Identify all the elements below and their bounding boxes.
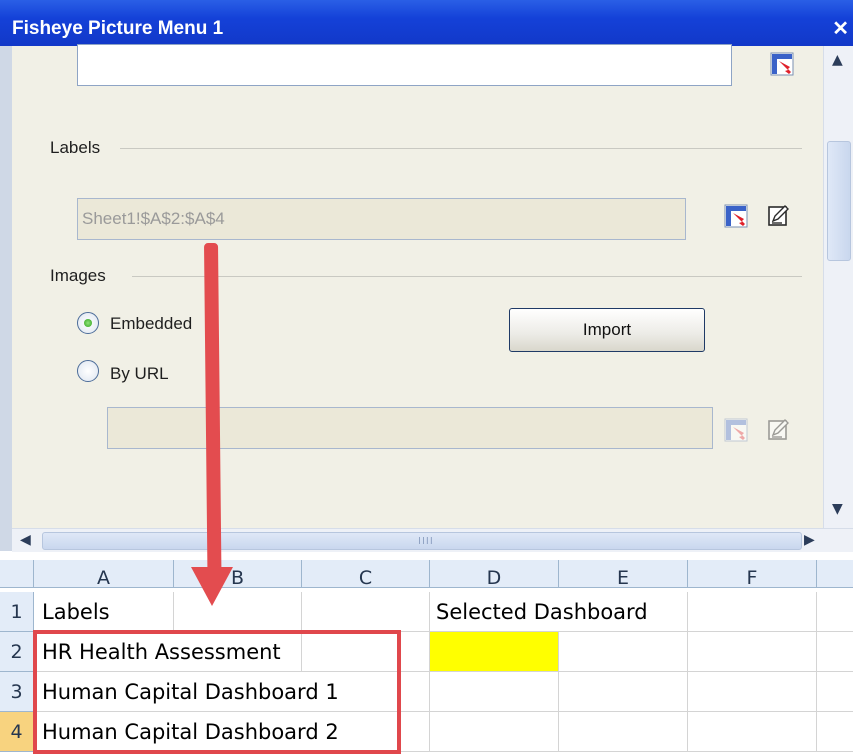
cell-f1[interactable] <box>688 592 817 632</box>
separator <box>132 276 802 277</box>
scroll-grip: IIII <box>418 536 434 547</box>
scroll-right-icon[interactable]: ▶ <box>804 532 815 548</box>
title-bar: Fisheye Picture Menu 1 ✕ <box>0 0 853 46</box>
range-select-icon[interactable] <box>724 418 748 442</box>
cell-d3[interactable] <box>430 672 559 712</box>
radio-embedded-label: Embedded <box>110 314 193 333</box>
cell-e4[interactable] <box>559 712 688 752</box>
labels-range-value: Sheet1!$A$2:$A$4 <box>82 209 225 228</box>
highlight-box <box>33 630 401 754</box>
radio-embedded[interactable] <box>77 312 99 334</box>
labels-range-field[interactable]: Sheet1!$A$2:$A$4 <box>77 198 686 240</box>
dialog-border <box>0 46 12 551</box>
scroll-down-icon[interactable]: ▼ <box>832 501 843 517</box>
column-header-e[interactable]: E <box>559 560 688 588</box>
labels-section-heading: Labels <box>50 138 101 157</box>
scroll-left-icon[interactable]: ◀ <box>20 532 31 548</box>
radio-by-url-label: By URL <box>110 364 169 383</box>
row-header-4[interactable]: 4 <box>0 712 34 752</box>
range-select-icon[interactable] <box>770 52 794 76</box>
column-header-c[interactable]: C <box>302 560 430 588</box>
import-button[interactable]: Import <box>509 308 705 352</box>
cell-d1[interactable]: Selected Dashboard <box>430 592 688 632</box>
row-header-2[interactable]: 2 <box>0 632 34 672</box>
cell-f4[interactable] <box>688 712 817 752</box>
scroll-up-icon[interactable]: ▲ <box>832 52 843 68</box>
cell-f3[interactable] <box>688 672 817 712</box>
cell-e3[interactable] <box>559 672 688 712</box>
edit-icon[interactable] <box>767 204 791 228</box>
annotation-arrow-head <box>191 567 233 606</box>
dialog-body: Labels Sheet1!$A$2:$A$4 Images Embedded … <box>12 44 823 536</box>
close-icon[interactable]: ✕ <box>832 16 849 41</box>
cell-f2[interactable] <box>688 632 817 672</box>
cell-g2[interactable] <box>817 632 853 672</box>
edit-icon[interactable] <box>767 418 791 442</box>
cell-g4[interactable] <box>817 712 853 752</box>
top-text-field[interactable] <box>77 44 732 86</box>
images-section-heading: Images <box>50 266 106 285</box>
column-header-g[interactable] <box>817 560 853 588</box>
row-header-1[interactable]: 1 <box>0 592 34 632</box>
radio-by-url[interactable] <box>77 360 99 382</box>
row-header-3[interactable]: 3 <box>0 672 34 712</box>
separator <box>120 148 802 149</box>
url-field[interactable] <box>107 407 713 449</box>
cell-a1[interactable]: Labels <box>34 592 174 632</box>
column-header-f[interactable]: F <box>688 560 817 588</box>
cell-c1[interactable] <box>302 592 430 632</box>
horizontal-scroll-thumb[interactable]: IIII <box>42 532 802 550</box>
cell-d2-selected-dashboard[interactable] <box>430 632 559 672</box>
cell-d4[interactable] <box>430 712 559 752</box>
select-all-corner[interactable] <box>0 560 34 588</box>
vertical-scrollbar[interactable]: ▲ ▼ <box>823 46 853 536</box>
column-header-a[interactable]: A <box>34 560 174 588</box>
vertical-scroll-thumb[interactable] <box>827 141 851 261</box>
dialog-title: Fisheye Picture Menu 1 <box>12 18 224 39</box>
column-header-d[interactable]: D <box>430 560 559 588</box>
range-select-icon[interactable] <box>724 204 748 228</box>
cell-e2[interactable] <box>559 632 688 672</box>
horizontal-scrollbar[interactable]: ◀ IIII ▶ <box>12 528 853 552</box>
cell-g1[interactable] <box>817 592 853 632</box>
cell-g3[interactable] <box>817 672 853 712</box>
